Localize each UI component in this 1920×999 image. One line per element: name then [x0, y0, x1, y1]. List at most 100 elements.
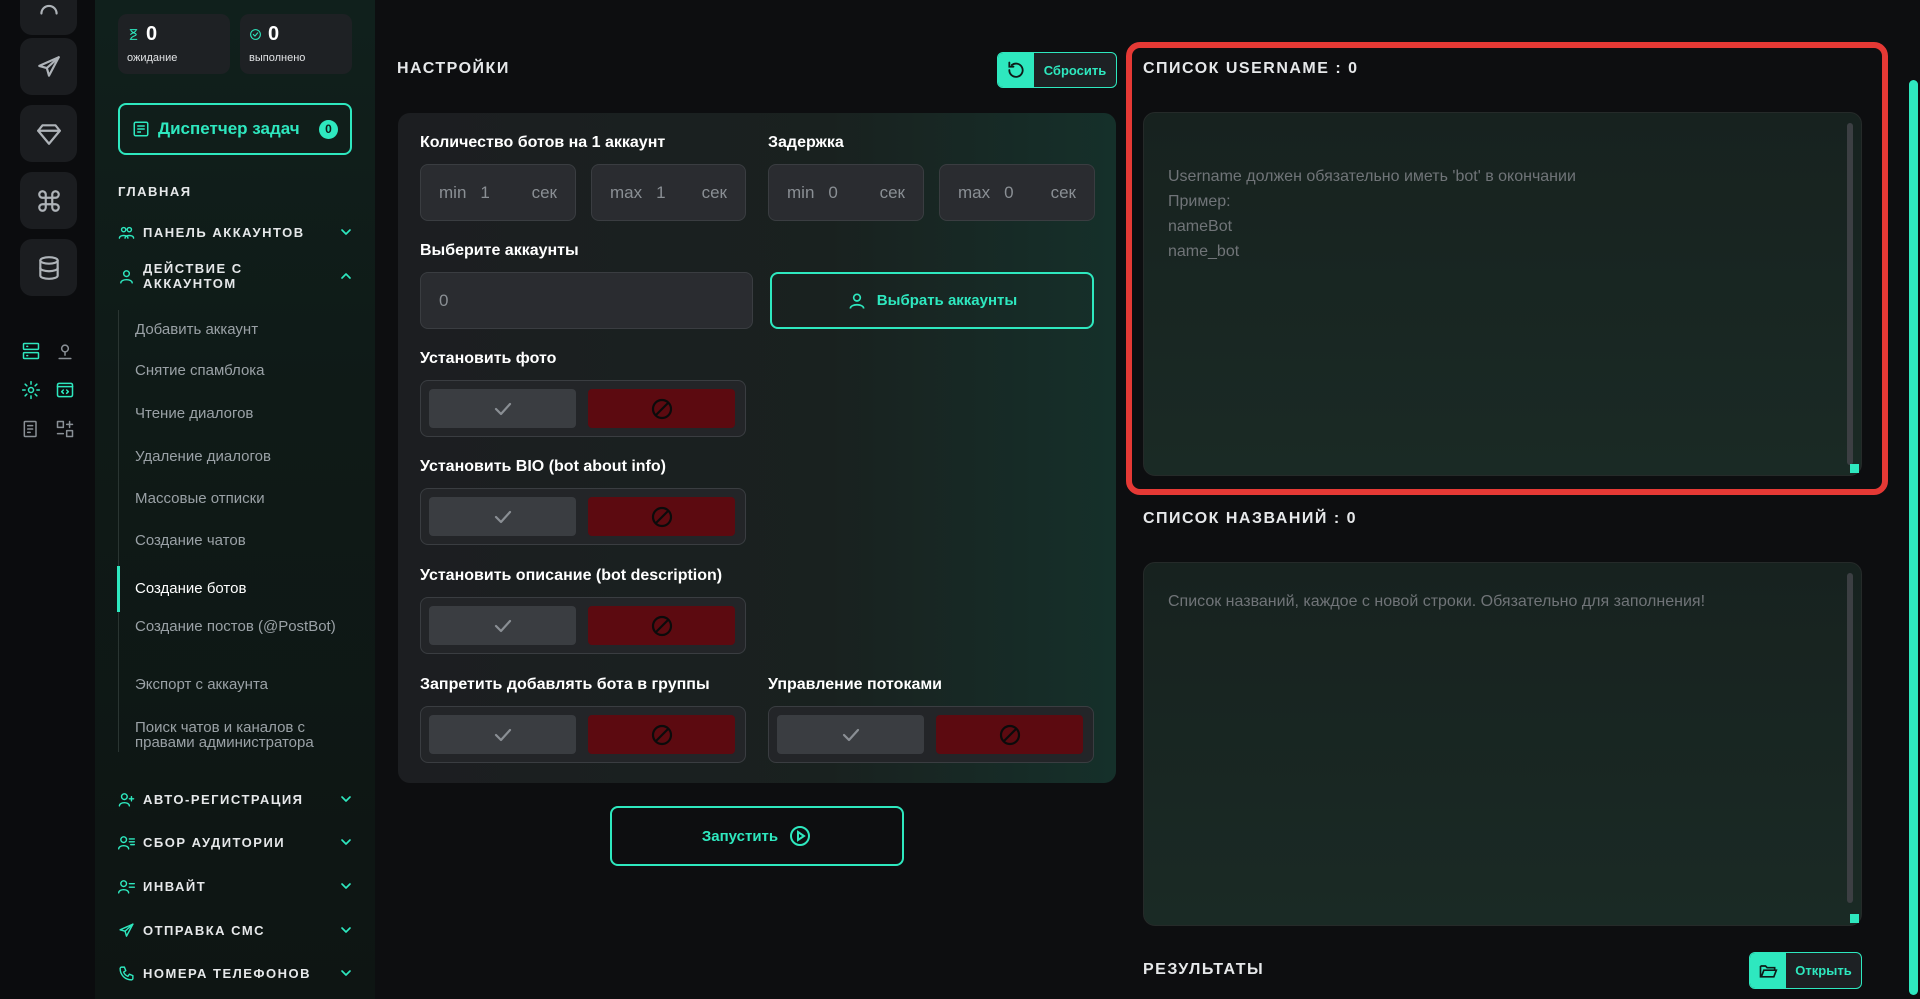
ban-icon	[651, 398, 672, 419]
user-list-icon	[118, 835, 135, 850]
forbid-groups-on-button[interactable]	[429, 715, 576, 754]
threads-off-button[interactable]	[936, 715, 1083, 754]
users-icon	[118, 226, 135, 239]
bots-min-input-box[interactable]: min 1 сек	[420, 164, 576, 221]
accounts-label: Выберите аккаунты	[420, 242, 579, 259]
sidebar-group-invite[interactable]: ИНВАЙТ	[118, 871, 354, 901]
choose-accounts-label: Выбрать аккаунты	[876, 292, 1018, 309]
sidebar-group-phones[interactable]: НОМЕРА ТЕЛЕФОНОВ	[118, 958, 354, 988]
names-scrollbar[interactable]	[1847, 573, 1853, 903]
ban-icon	[651, 724, 672, 745]
set-bio-on-button[interactable]	[429, 497, 576, 536]
set-photo-on-button[interactable]	[429, 389, 576, 428]
ban-icon	[999, 724, 1020, 745]
sidebar-item-mass-unsubscribe[interactable]: Массовые отписки	[119, 491, 355, 506]
delay-max-input[interactable]: max 0 сек	[939, 164, 1095, 221]
rail-premium-button[interactable]	[20, 105, 77, 162]
check-icon	[494, 402, 511, 415]
check-icon	[494, 728, 511, 741]
sidebar-group-label: АВТО-РЕГИСТРАЦИЯ	[143, 791, 304, 807]
diamond-icon	[36, 123, 61, 145]
code-window-icon	[56, 382, 74, 398]
reset-button[interactable]: Сбросить	[997, 52, 1117, 88]
stat-pending-label: ожидание	[127, 52, 178, 64]
sidebar-group-account-actions[interactable]: ДЕЙСТВИЕ С АККАУНТОМ	[118, 261, 354, 291]
task-dispatcher-button[interactable]: Диспетчер задач 0	[118, 103, 352, 155]
rail-apps-button[interactable]	[54, 418, 76, 440]
task-dispatcher-label: Диспетчер задач	[158, 119, 300, 138]
set-bio-off-button[interactable]	[588, 497, 735, 536]
start-button[interactable]: Запустить	[610, 806, 904, 866]
user-plus-icon	[118, 792, 135, 807]
chevron-down-icon	[341, 927, 351, 933]
reset-button-label: Сбросить	[1043, 62, 1107, 78]
usernames-textarea[interactable]: Username должен обязательно иметь 'bot' …	[1143, 112, 1862, 476]
delay-min-unit: сек	[879, 182, 905, 202]
delay-label: Задержка	[768, 134, 844, 151]
stat-done-label: выполнено	[249, 52, 306, 64]
choose-accounts-button[interactable]: Выбрать аккаунты	[770, 272, 1094, 329]
set-photo-label: Установить фото	[420, 350, 557, 367]
delay-min-input[interactable]: min 0 сек	[768, 164, 924, 221]
sidebar-item-create-chats[interactable]: Создание чатов	[119, 533, 355, 548]
rail-home-button[interactable]	[20, 0, 77, 35]
chevron-up-icon	[341, 273, 351, 279]
sidebar-item-delete-dialogs[interactable]: Удаление диалогов	[119, 449, 355, 464]
open-results-button[interactable]: Открыть	[1749, 952, 1862, 989]
set-bio-toggle	[420, 488, 746, 545]
stat-done: 0 выполнено	[240, 14, 352, 74]
check-icon	[494, 510, 511, 523]
accounts-count-input[interactable]: 0	[420, 272, 753, 329]
rail-code-button[interactable]	[54, 379, 76, 401]
rail-send-button[interactable]	[20, 38, 77, 95]
user-icon	[120, 269, 133, 284]
sidebar-item-spamblock[interactable]: Снятие спамблока	[119, 363, 355, 378]
delay-max-unit: сек	[1050, 182, 1076, 202]
results-title: РЕЗУЛЬТАТЫ	[1143, 961, 1265, 978]
sidebar-item-admin-search[interactable]: Поиск чатов и каналов с правами админист…	[119, 720, 355, 750]
names-resize-handle[interactable]	[1850, 914, 1859, 923]
sidebar-group-label: ОТПРАВКА СМС	[143, 922, 266, 938]
folder-open-icon	[1759, 964, 1778, 978]
sidebar-group-accounts-panel[interactable]: ПАНЕЛЬ АККАУНТОВ	[118, 217, 354, 247]
sidebar-item-read-dialogs[interactable]: Чтение диалогов	[119, 406, 355, 421]
usernames-scrollbar[interactable]	[1847, 123, 1853, 465]
page-scrollbar[interactable]	[1909, 80, 1918, 995]
set-description-label: Установить описание (bot description)	[420, 567, 723, 584]
chevron-down-icon	[341, 839, 351, 845]
chevron-down-icon	[341, 970, 351, 976]
forbid-groups-off-button[interactable]	[588, 715, 735, 754]
sidebar-group-audience[interactable]: СБОР АУДИТОРИИ	[118, 827, 354, 857]
set-description-on-button[interactable]	[429, 606, 576, 645]
play-circle-icon	[790, 826, 811, 846]
delay-max-value: 0	[1004, 182, 1014, 202]
names-textarea[interactable]: Список названий, каждое с новой строки. …	[1143, 562, 1862, 926]
sidebar-item-create-bots[interactable]: Создание ботов	[117, 566, 353, 612]
dispatcher-icon	[133, 121, 149, 137]
sidebar-item-add-account[interactable]: Добавить аккаунт	[119, 322, 355, 337]
rail-settings-button[interactable]	[20, 379, 42, 401]
threads-on-button[interactable]	[777, 715, 924, 754]
command-icon	[37, 189, 60, 212]
rail-database-button[interactable]	[20, 239, 77, 296]
check-icon	[494, 619, 511, 632]
sidebar-item-export[interactable]: Экспорт с аккаунта	[119, 677, 355, 692]
set-photo-off-button[interactable]	[588, 389, 735, 428]
bots-max-input[interactable]: max 1 сек	[591, 164, 746, 221]
usernames-resize-handle[interactable]	[1850, 464, 1859, 473]
sidebar: 0 ожидание 0 выполнено Диспетчер задач 0…	[95, 0, 375, 999]
rail-server-button[interactable]	[20, 340, 42, 362]
stat-done-value: 0	[268, 23, 280, 45]
user-icon	[849, 293, 865, 309]
sidebar-item-create-posts[interactable]: Создание постов (@PostBot)	[119, 619, 355, 634]
rail-command-button[interactable]	[20, 172, 77, 229]
names-placeholder: Список названий, каждое с новой строки. …	[1168, 593, 1706, 610]
paper-plane-icon	[37, 55, 60, 77]
sidebar-group-auto-registration[interactable]: АВТО-РЕГИСТРАЦИЯ	[118, 784, 354, 814]
set-description-off-button[interactable]	[588, 606, 735, 645]
sidebar-group-label: ИНВАЙТ	[143, 878, 207, 894]
rail-tasks-button[interactable]	[20, 418, 42, 440]
rail-profile-button[interactable]	[54, 340, 76, 362]
stat-pending-value: 0	[146, 23, 158, 45]
sidebar-group-sms[interactable]: ОТПРАВКА СМС	[118, 915, 354, 945]
